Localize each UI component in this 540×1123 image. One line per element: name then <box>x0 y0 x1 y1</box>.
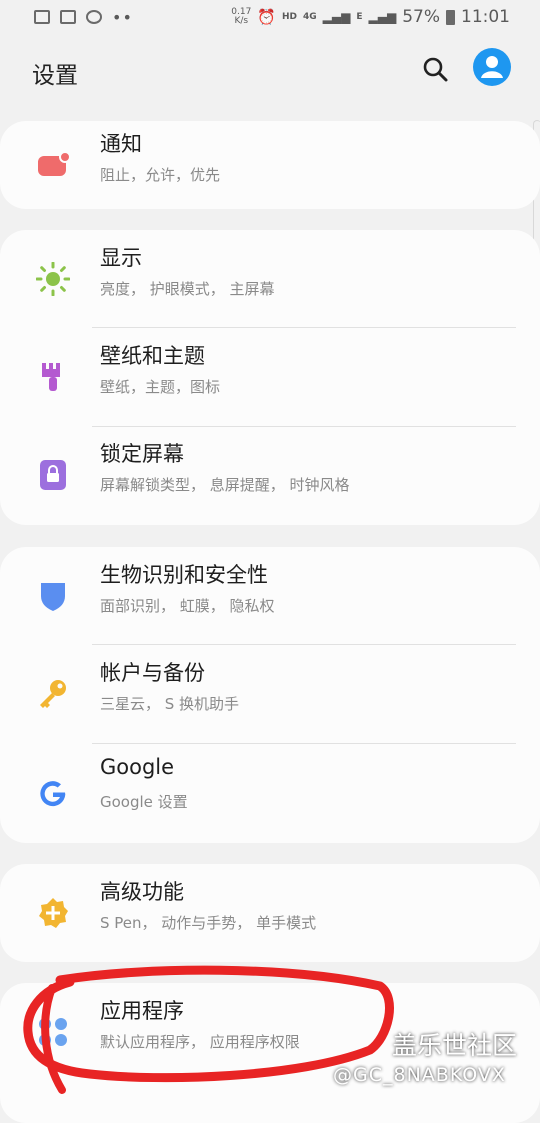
settings-item-label: 锁定屏幕 <box>100 442 184 466</box>
settings-item-summary: 亮度， 护眼模式， 主屏幕 <box>100 280 275 298</box>
network-e-badge: E <box>356 12 363 22</box>
account-button[interactable] <box>473 48 511 86</box>
alarm-icon: ⏰ <box>257 8 276 26</box>
settings-item-label: 显示 <box>100 246 142 270</box>
net-speed: 0.17 K/s <box>231 8 251 26</box>
signal-icon: ▂▄▆ <box>322 10 351 24</box>
google-icon <box>40 781 66 807</box>
message-icon <box>86 10 102 24</box>
gallery-icon <box>34 10 50 24</box>
settings-item-summary: 面部识别， 虹膜， 隐私权 <box>100 597 275 615</box>
status-bar-system: 0.17 K/s ⏰ HD 4G ▂▄▆ E ▂▄▆ 57% 11:01 <box>231 7 510 27</box>
app-header: 设置 <box>0 44 540 100</box>
settings-item-wallpaper-themes[interactable]: 壁纸和主题 壁纸，主题，图标 <box>0 328 540 427</box>
shield-icon <box>41 583 65 611</box>
settings-item-label: 高级功能 <box>100 880 184 904</box>
person-icon <box>481 56 503 78</box>
notification-icon <box>38 151 70 176</box>
settings-item-google[interactable]: Google Google 设置 <box>0 743 540 842</box>
settings-item-accounts-backup[interactable]: 帐户与备份 三星云， S 换机助手 <box>0 645 540 744</box>
settings-item-biometrics-security[interactable]: 生物识别和安全性 面部识别， 虹膜， 隐私权 <box>0 547 540 646</box>
clock: 11:01 <box>461 7 510 27</box>
status-bar: •• 0.17 K/s ⏰ HD 4G ▂▄▆ E ▂▄▆ 57% 11:01 <box>0 0 540 34</box>
paintbrush-icon <box>42 363 60 391</box>
lock-icon <box>40 460 66 490</box>
settings-group-security: 生物识别和安全性 面部识别， 虹膜， 隐私权 帐户与备份 三星云， S 换机助手… <box>0 547 540 843</box>
settings-item-summary: S Pen， 动作与手势， 单手模式 <box>100 914 317 932</box>
settings-item-summary: Google 设置 <box>100 793 188 811</box>
battery-percent: 57% <box>402 7 440 27</box>
file-icon <box>60 10 76 24</box>
status-bar-notifications: •• <box>34 8 133 27</box>
settings-item-label: 通知 <box>100 132 142 156</box>
apps-icon <box>39 1018 67 1046</box>
net-speed-unit: K/s <box>234 16 249 26</box>
sun-icon <box>36 262 70 296</box>
more-notifications-icon: •• <box>112 7 133 27</box>
settings-item-label: Google <box>100 755 175 779</box>
settings-group-notifications: 通知 阻止，允许，优先 <box>0 121 540 209</box>
settings-item-summary: 壁纸，主题，图标 <box>100 378 221 396</box>
settings-item-label: 生物识别和安全性 <box>100 563 268 587</box>
settings-item-summary: 三星云， S 换机助手 <box>100 695 240 713</box>
battery-icon <box>446 9 455 25</box>
settings-item-label: 应用程序 <box>100 999 184 1023</box>
settings-group-advanced: 高级功能 S Pen， 动作与手势， 单手模式 <box>0 864 540 962</box>
settings-item-label: 帐户与备份 <box>100 661 205 685</box>
watermark-user: @GC_8NABKOVX <box>333 1064 506 1086</box>
watermark-site: 盖乐世社区 <box>392 1031 518 1060</box>
search-button[interactable] <box>420 54 452 86</box>
search-icon <box>423 57 448 82</box>
settings-group-display: 显示 亮度， 护眼模式， 主屏幕 壁纸和主题 壁纸，主题，图标 锁定屏幕 屏幕解… <box>0 230 540 525</box>
settings-item-lock-screen[interactable]: 锁定屏幕 屏幕解锁类型， 息屏提醒， 时钟风格 <box>0 426 540 525</box>
settings-item-summary: 屏幕解锁类型， 息屏提醒， 时钟风格 <box>100 476 350 494</box>
signal-2-icon: ▂▄▆ <box>368 10 397 24</box>
gear-plus-icon <box>39 898 68 928</box>
settings-item-summary: 阻止，允许，优先 <box>100 166 221 184</box>
hd-badge: HD <box>282 12 298 22</box>
settings-item-summary: 默认应用程序， 应用程序权限 <box>100 1033 300 1051</box>
settings-item-label: 壁纸和主题 <box>100 344 205 368</box>
key-icon <box>40 680 66 708</box>
settings-item-advanced-features[interactable]: 高级功能 S Pen， 动作与手势， 单手模式 <box>0 864 540 963</box>
network-4g-badge: 4G <box>303 12 317 22</box>
settings-item-notifications[interactable]: 通知 阻止，允许，优先 <box>0 116 540 215</box>
settings-item-display[interactable]: 显示 亮度， 护眼模式， 主屏幕 <box>0 230 540 329</box>
page-title: 设置 <box>32 63 78 89</box>
